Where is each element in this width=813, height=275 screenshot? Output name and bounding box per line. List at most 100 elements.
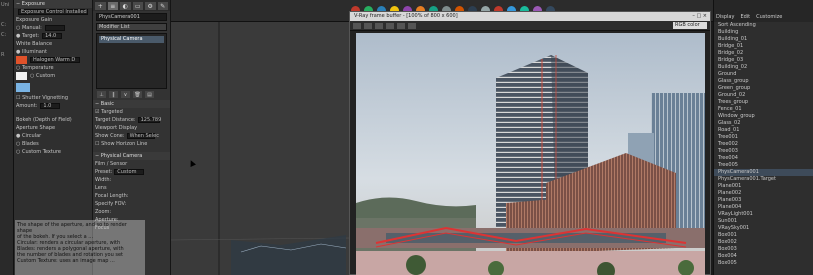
scene-list-item[interactable]: Tree004	[714, 155, 813, 162]
scene-list-item[interactable]: PhysCamera001.Target	[714, 176, 813, 183]
vfb-tool-icon[interactable]	[364, 22, 372, 29]
scene-list-item[interactable]: Tree002	[714, 141, 813, 148]
scene-list-item[interactable]: Bridge_03	[714, 57, 813, 64]
scene-list-item[interactable]: Box002	[714, 239, 813, 246]
show-horizon-label: Show Horizon Line	[101, 141, 148, 147]
vfb-tool-icon[interactable]	[397, 22, 405, 29]
scene-list-item[interactable]: Glass_group	[714, 78, 813, 85]
amount-input[interactable]: 1.0	[40, 103, 61, 109]
command-tab-icon[interactable]: ◐	[120, 2, 131, 10]
scene-list-item[interactable]: VRayLight001	[714, 211, 813, 218]
make-unique-icon[interactable]: ∨	[121, 91, 130, 98]
target-ev-input[interactable]: 14.0	[42, 33, 63, 39]
left-strip-label	[1, 132, 12, 140]
physical-camera-rollout-header[interactable]: − Physical Camera	[93, 152, 170, 160]
manual-input[interactable]	[44, 25, 65, 31]
show-cone-dropdown[interactable]: When Selec	[126, 133, 159, 139]
scene-list-item[interactable]: Plane001	[714, 183, 813, 190]
viewport-geometry	[170, 0, 350, 275]
physical-camera-label: Physical Camera	[100, 153, 143, 159]
command-tab-icon[interactable]: ⚙	[145, 2, 156, 10]
scene-list-item[interactable]: Box004	[714, 253, 813, 260]
left-strip-label: Uni	[1, 2, 10, 8]
illuminant-color-swatch[interactable]	[16, 56, 27, 64]
left-strip-label	[1, 82, 12, 90]
exposure-title: Exposure	[21, 1, 45, 7]
width-label: Width:	[95, 177, 112, 183]
film-sensor-label: Film / Sensor	[95, 161, 128, 167]
vfb-window-controls[interactable]: – □ ×	[692, 12, 710, 21]
scene-list-item[interactable]: VRaySky001	[714, 225, 813, 232]
scene-list-item[interactable]: Glass_02	[714, 120, 813, 127]
scene-list-item[interactable]: Bridge_02	[714, 50, 813, 57]
stack-item-physical-camera[interactable]: Physical Camera	[99, 36, 164, 43]
vfb-tool-icon[interactable]	[353, 22, 361, 29]
target-distance-label: Target Distance:	[95, 117, 136, 123]
scene-list-item[interactable]: Plane003	[714, 197, 813, 204]
left-strip-label: C:	[1, 32, 7, 38]
vfb-tool-icon[interactable]	[375, 22, 383, 29]
command-tab-icon[interactable]: ▭	[132, 2, 143, 10]
scene-list-item[interactable]: Plane004	[714, 204, 813, 211]
scene-list-item[interactable]: Trees_group	[714, 99, 813, 106]
scene-list-item[interactable]: Green_group	[714, 85, 813, 92]
command-tab-icon[interactable]: ✎	[157, 2, 168, 10]
scene-list-item[interactable]: Tree003	[714, 148, 813, 155]
circular-label: Circular	[21, 133, 42, 139]
remove-modifier-icon[interactable]: 🗑	[133, 91, 142, 98]
scene-list-item[interactable]: Sun001	[714, 218, 813, 225]
vfb-tool-icon[interactable]	[408, 22, 416, 29]
custom-blue-swatch[interactable]	[16, 82, 30, 92]
exposure-rollout-header[interactable]: − Exposure	[14, 0, 92, 8]
scene-list-item[interactable]: Building	[714, 29, 813, 36]
left-strip-label	[1, 172, 12, 180]
scene-list-item[interactable]: Box003	[714, 246, 813, 253]
custom-texture-label: Custom Texture	[21, 149, 62, 155]
scene-list-item[interactable]: Box005	[714, 260, 813, 267]
scene-list-item[interactable]: Road_01	[714, 127, 813, 134]
scene-list-item[interactable]: PhysCamera001	[714, 169, 813, 176]
viewport-display-label: Viewport Display	[95, 125, 138, 131]
scene-list-item[interactable]: Fence_01	[714, 106, 813, 113]
object-name-field[interactable]: PhysCamera001	[96, 13, 167, 21]
channel-dropdown[interactable]: RGB color	[673, 22, 707, 29]
left-strip-label	[1, 162, 12, 170]
basic-rollout-header[interactable]: − Basic	[93, 100, 170, 108]
custom-color-swatch[interactable]	[16, 72, 27, 80]
scene-list-item[interactable]: Tree001	[714, 134, 813, 141]
scene-tab-display[interactable]: Display	[716, 14, 734, 20]
exposure-gain-label: Exposure Gain	[16, 17, 53, 23]
command-tab-icon[interactable]: ≡	[107, 2, 118, 10]
left-strip-label: R	[1, 52, 5, 58]
perspective-viewport[interactable]	[170, 0, 350, 275]
scene-list-item[interactable]: Building_02	[714, 64, 813, 71]
show-end-result-icon[interactable]: ‖	[109, 91, 118, 98]
targeted-label: Targeted	[101, 109, 123, 115]
preset-dropdown[interactable]: Custom	[114, 169, 145, 175]
scene-list-item[interactable]: Window_group	[714, 113, 813, 120]
basic-label: Basic	[100, 101, 115, 107]
configure-sets-icon[interactable]: ▤	[145, 91, 154, 98]
scene-list-item[interactable]: Building_01	[714, 36, 813, 43]
exposure-control-button[interactable]: Exposure Control Installed	[18, 9, 88, 15]
scene-list-item[interactable]: Ground	[714, 71, 813, 78]
scene-list-item[interactable]: Box001	[714, 232, 813, 239]
vfb-tool-icon[interactable]	[386, 22, 394, 29]
left-strip-label	[1, 152, 12, 160]
scene-list-item[interactable]: Ground_02	[714, 92, 813, 99]
scene-tab-edit[interactable]: Edit	[740, 14, 750, 20]
modifier-list-dropdown[interactable]: Modifier List	[96, 23, 167, 31]
scene-list-item[interactable]: Bridge_01	[714, 43, 813, 50]
command-tab-icon[interactable]: +	[95, 2, 106, 10]
pin-stack-icon[interactable]: ⊥	[97, 91, 106, 98]
scene-list-item[interactable]: Tree005	[714, 162, 813, 169]
focal-length-label: Focal Length:	[95, 193, 129, 199]
vfb-title-bar[interactable]: V-Ray frame buffer - [100% of 800 x 600]…	[350, 12, 710, 21]
target-distance-input[interactable]: 125.789	[137, 117, 161, 123]
left-strip-label	[1, 142, 12, 150]
scene-list-item[interactable]: Sort Ascending	[714, 22, 813, 29]
scene-tab-customize[interactable]: Customize	[756, 14, 782, 20]
lens-label: Lens	[95, 185, 107, 191]
scene-list-item[interactable]: Plane002	[714, 190, 813, 197]
illuminant-dropdown[interactable]: Halogen Warm D	[30, 57, 80, 63]
